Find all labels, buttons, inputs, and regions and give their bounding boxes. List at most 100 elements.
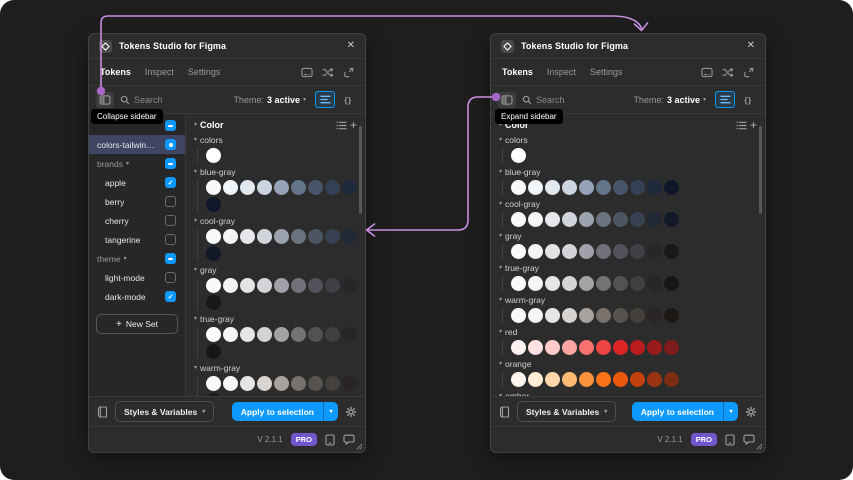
color-swatch[interactable] xyxy=(206,344,221,359)
color-swatch[interactable] xyxy=(630,372,645,387)
scrollbar[interactable] xyxy=(359,126,362,214)
token-group-header[interactable]: ▾orange xyxy=(499,358,757,370)
token-set-row[interactable]: apple✓ xyxy=(89,173,185,192)
color-swatch[interactable] xyxy=(528,180,543,195)
color-swatch[interactable] xyxy=(562,372,577,387)
token-set-row[interactable]: tangerine xyxy=(89,230,185,249)
settings-gear-icon[interactable] xyxy=(345,406,357,418)
color-swatch[interactable] xyxy=(223,229,238,244)
color-swatch[interactable] xyxy=(342,327,357,342)
color-swatch[interactable] xyxy=(579,276,594,291)
color-swatch[interactable] xyxy=(528,340,543,355)
token-set-row[interactable]: theme▾ xyxy=(89,249,185,268)
color-swatch[interactable] xyxy=(545,276,560,291)
color-swatch[interactable] xyxy=(206,246,221,261)
scrollbar[interactable] xyxy=(759,126,762,214)
color-swatch[interactable] xyxy=(596,212,611,227)
color-swatch[interactable] xyxy=(647,340,662,355)
color-swatch[interactable] xyxy=(342,278,357,293)
color-swatch[interactable] xyxy=(613,180,628,195)
token-set-row[interactable]: cherry xyxy=(89,211,185,230)
color-swatch[interactable] xyxy=(562,180,577,195)
color-swatch[interactable] xyxy=(206,393,221,396)
color-swatch[interactable] xyxy=(630,308,645,323)
search-input[interactable] xyxy=(134,95,204,105)
color-swatch[interactable] xyxy=(613,244,628,259)
token-set-row[interactable]: colors-tailwind-... xyxy=(89,135,185,154)
tablet-icon[interactable] xyxy=(325,434,335,446)
token-set-checkbox[interactable] xyxy=(165,234,176,245)
token-set-checkbox[interactable] xyxy=(165,139,176,150)
color-swatch[interactable] xyxy=(274,278,289,293)
color-swatch[interactable] xyxy=(274,376,289,391)
color-swatch[interactable] xyxy=(579,244,594,259)
color-swatch[interactable] xyxy=(630,340,645,355)
close-icon[interactable]: ✕ xyxy=(747,41,755,51)
color-swatch[interactable] xyxy=(579,212,594,227)
bullet-list-icon[interactable] xyxy=(336,121,347,130)
color-swatch[interactable] xyxy=(223,327,238,342)
tab-tokens[interactable]: Tokens xyxy=(100,67,131,77)
tab-settings[interactable]: Settings xyxy=(188,67,221,77)
new-set-button[interactable]: + New Set xyxy=(96,314,178,334)
token-group-header[interactable]: ▾cool-gray xyxy=(499,198,757,210)
color-swatch[interactable] xyxy=(596,180,611,195)
theme-selector[interactable]: Theme: 3 active ▾ xyxy=(233,95,306,105)
token-set-checkbox[interactable] xyxy=(165,196,176,207)
color-swatch[interactable] xyxy=(223,180,238,195)
search-box[interactable] xyxy=(120,95,227,105)
color-swatch[interactable] xyxy=(342,229,357,244)
color-swatch[interactable] xyxy=(291,278,306,293)
color-swatch[interactable] xyxy=(308,229,323,244)
color-swatch[interactable] xyxy=(579,308,594,323)
token-set-checkbox[interactable] xyxy=(165,158,176,169)
collapse-window-icon[interactable] xyxy=(343,67,354,78)
color-swatch[interactable] xyxy=(647,180,662,195)
color-swatch[interactable] xyxy=(647,212,662,227)
color-swatch[interactable] xyxy=(308,180,323,195)
color-swatch[interactable] xyxy=(206,278,221,293)
list-view-button[interactable] xyxy=(315,91,335,108)
color-swatch[interactable] xyxy=(511,244,526,259)
shuffle-icon[interactable] xyxy=(722,67,734,78)
color-swatch[interactable] xyxy=(545,180,560,195)
color-swatch[interactable] xyxy=(274,229,289,244)
token-set-checkbox[interactable] xyxy=(165,120,176,131)
color-swatch[interactable] xyxy=(206,327,221,342)
shuffle-icon[interactable] xyxy=(322,67,334,78)
search-box[interactable] xyxy=(522,95,627,105)
styles-variables-button[interactable]: Styles & Variables ▾ xyxy=(517,401,616,422)
color-swatch[interactable] xyxy=(579,372,594,387)
color-swatch[interactable] xyxy=(545,244,560,259)
color-swatch[interactable] xyxy=(664,276,679,291)
token-set-checkbox[interactable] xyxy=(165,253,176,264)
tab-inspect[interactable]: Inspect xyxy=(547,67,576,77)
color-swatch[interactable] xyxy=(206,229,221,244)
tab-tokens[interactable]: Tokens xyxy=(502,67,533,77)
color-swatch[interactable] xyxy=(528,276,543,291)
sidebar-toggle-button[interactable] xyxy=(96,92,114,108)
styles-variables-button[interactable]: Styles & Variables ▾ xyxy=(115,401,214,422)
window-frame-icon[interactable] xyxy=(701,67,713,78)
token-group-header[interactable]: ▾true-gray xyxy=(499,262,757,274)
add-token-button[interactable]: + xyxy=(350,119,357,131)
color-swatch[interactable] xyxy=(579,340,594,355)
color-swatch[interactable] xyxy=(291,180,306,195)
search-input[interactable] xyxy=(536,95,606,105)
color-swatch[interactable] xyxy=(206,180,221,195)
color-swatch[interactable] xyxy=(257,229,272,244)
tab-settings[interactable]: Settings xyxy=(590,67,623,77)
color-swatch[interactable] xyxy=(206,148,221,163)
color-swatch[interactable] xyxy=(308,278,323,293)
token-set-checkbox[interactable] xyxy=(165,215,176,226)
color-swatch[interactable] xyxy=(613,276,628,291)
bullet-list-icon[interactable] xyxy=(736,121,747,130)
apply-to-selection-button[interactable]: Apply to selection xyxy=(232,402,323,421)
resize-handle[interactable] xyxy=(354,441,363,450)
json-view-button[interactable]: {} xyxy=(738,91,758,108)
window-frame-icon[interactable] xyxy=(301,67,313,78)
token-group-header[interactable]: ▾colors xyxy=(499,134,757,146)
token-group-header[interactable]: ▾warm-gray xyxy=(499,294,757,306)
color-swatch[interactable] xyxy=(291,376,306,391)
color-swatch[interactable] xyxy=(291,327,306,342)
